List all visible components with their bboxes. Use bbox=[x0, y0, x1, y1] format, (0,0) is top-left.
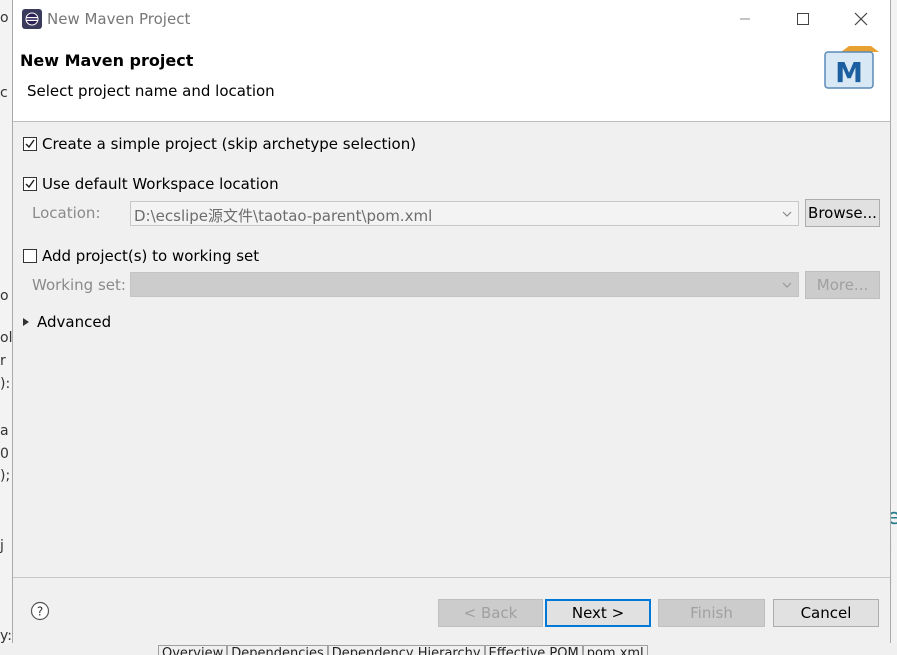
bg-fragment: ); bbox=[0, 468, 11, 484]
working-set-option[interactable]: Add project(s) to working set bbox=[23, 247, 259, 265]
close-icon[interactable] bbox=[849, 8, 873, 30]
chevron-down-icon[interactable] bbox=[778, 202, 796, 225]
title-bar[interactable]: New Maven Project bbox=[13, 0, 890, 38]
simple-project-label: Create a simple project (skip archetype … bbox=[42, 135, 417, 153]
browse-button[interactable]: Browse... bbox=[805, 199, 880, 227]
svg-text:?: ? bbox=[37, 605, 43, 619]
checkmark-icon bbox=[25, 139, 35, 149]
cancel-button[interactable]: Cancel bbox=[773, 599, 879, 627]
default-workspace-checkbox[interactable] bbox=[23, 177, 37, 191]
bg-fragment: o bbox=[0, 288, 9, 304]
bg-fragment: 0 bbox=[0, 446, 9, 462]
maximize-icon[interactable] bbox=[791, 8, 815, 30]
expand-triangle-icon[interactable] bbox=[23, 318, 29, 326]
chevron-down-icon[interactable] bbox=[778, 273, 796, 296]
bg-fragment: ol bbox=[0, 330, 12, 346]
eclipse-icon bbox=[22, 9, 42, 29]
help-icon[interactable]: ? bbox=[30, 601, 50, 621]
editor-tab-pom-xml[interactable]: pom.xml bbox=[582, 645, 648, 655]
editor-tab-dependency-hierarchy[interactable]: Dependency Hierarchy bbox=[327, 645, 485, 655]
background-editor-right: e i i bbox=[890, 0, 897, 655]
new-maven-project-dialog: New Maven Project New Maven project Sele… bbox=[12, 0, 891, 643]
bg-fragment: o bbox=[0, 10, 9, 26]
more-button[interactable]: More... bbox=[805, 271, 880, 299]
editor-tab-dependencies[interactable]: Dependencies bbox=[227, 645, 328, 655]
checkmark-icon bbox=[25, 179, 35, 189]
working-set-label: Working set: bbox=[32, 276, 126, 294]
working-set-combo[interactable] bbox=[130, 272, 799, 297]
wizard-title: New Maven project bbox=[20, 51, 194, 70]
next-button[interactable]: Next > bbox=[545, 599, 651, 627]
bg-fragment: y: bbox=[0, 628, 12, 644]
back-button[interactable]: < Back bbox=[438, 599, 543, 627]
bg-fragment: a bbox=[0, 423, 9, 439]
minimize-icon[interactable] bbox=[733, 8, 757, 30]
footer-divider bbox=[13, 577, 890, 578]
bg-fragment: r bbox=[0, 353, 6, 369]
bg-fragment: e bbox=[890, 505, 897, 530]
bg-fragment: j bbox=[0, 538, 4, 554]
default-workspace-label: Use default Workspace location bbox=[42, 175, 279, 193]
location-combo[interactable]: D:\ecslipe源文件\taotao-parent\pom.xml bbox=[130, 201, 799, 226]
window-title: New Maven Project bbox=[47, 10, 191, 28]
background-editor-tabs: Overview Dependencies Dependency Hierarc… bbox=[0, 643, 897, 655]
maven-wizard-icon: M bbox=[819, 44, 890, 94]
wizard-description: Select project name and location bbox=[27, 82, 275, 100]
advanced-label: Advanced bbox=[37, 313, 112, 331]
background-editor-left: o c o ol r ): a 0 ); j y: bbox=[0, 0, 12, 655]
location-label: Location: bbox=[32, 204, 101, 222]
maven-icon-letter: M bbox=[835, 56, 863, 89]
bg-fragment: c bbox=[0, 85, 8, 101]
finish-button[interactable]: Finish bbox=[658, 599, 765, 627]
simple-project-option[interactable]: Create a simple project (skip archetype … bbox=[23, 135, 416, 153]
location-value: D:\ecslipe源文件\taotao-parent\pom.xml bbox=[134, 207, 433, 225]
working-set-checkbox[interactable] bbox=[23, 249, 37, 263]
advanced-section-toggle[interactable]: Advanced bbox=[23, 313, 111, 331]
simple-project-checkbox[interactable] bbox=[23, 137, 37, 151]
editor-tab-overview[interactable]: Overview bbox=[158, 645, 228, 655]
default-workspace-option[interactable]: Use default Workspace location bbox=[23, 175, 279, 193]
editor-tab-effective-pom[interactable]: Effective POM bbox=[484, 645, 583, 655]
wizard-header: New Maven project Select project name an… bbox=[13, 38, 890, 122]
working-set-checkbox-label: Add project(s) to working set bbox=[42, 247, 260, 265]
bg-fragment: ): bbox=[0, 376, 11, 392]
